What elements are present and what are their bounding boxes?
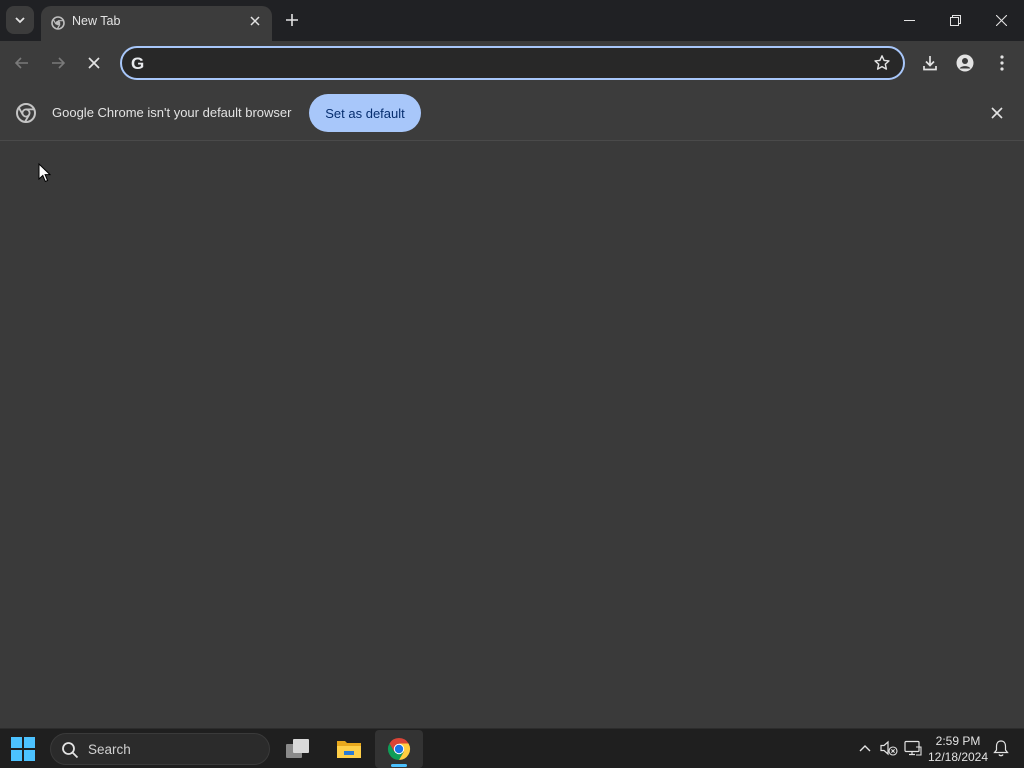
task-view-button[interactable] — [274, 730, 322, 768]
tab-new-tab[interactable]: New Tab — [41, 6, 272, 41]
address-input[interactable] — [156, 51, 856, 75]
chevron-up-icon — [859, 745, 871, 752]
new-tab-button[interactable] — [280, 8, 304, 32]
file-explorer-icon — [337, 741, 361, 758]
taskbar-search-box[interactable]: Search — [50, 733, 270, 765]
clock-date: 12/18/2024 — [927, 750, 989, 764]
show-hidden-icons-button[interactable] — [856, 739, 874, 757]
network-button[interactable] — [904, 739, 922, 757]
search-label: Search — [88, 742, 131, 757]
menu-dots-icon — [1000, 55, 1004, 71]
notification-bell-icon — [993, 740, 1009, 757]
menu-button[interactable] — [989, 50, 1015, 76]
stop-loading-button[interactable] — [81, 50, 107, 76]
infobar-message: Google Chrome isn't your default browser — [52, 105, 292, 120]
close-window-button[interactable] — [978, 0, 1024, 40]
stop-loading-icon — [88, 57, 100, 69]
minimize-icon — [903, 19, 915, 21]
tab-strip: New Tab — [0, 0, 1024, 41]
profile-icon — [956, 54, 974, 72]
chrome-icon — [387, 738, 411, 760]
notifications-button[interactable] — [992, 739, 1010, 757]
back-button[interactable] — [9, 50, 35, 76]
network-icon — [904, 740, 922, 756]
tab-search-button[interactable] — [6, 6, 34, 34]
page-content — [0, 141, 1024, 728]
plus-icon — [286, 14, 298, 26]
chrome-taskbar-button[interactable] — [375, 730, 423, 768]
search-icon — [62, 742, 79, 759]
speaker-muted-icon — [880, 740, 898, 756]
download-icon — [923, 56, 937, 71]
close-icon — [250, 16, 260, 26]
chevron-down-icon — [15, 17, 25, 24]
forward-arrow-icon — [52, 57, 66, 69]
restore-icon — [949, 14, 961, 26]
task-view-icon — [286, 739, 309, 758]
toolbar: G — [0, 41, 1024, 85]
file-explorer-button[interactable] — [325, 730, 373, 768]
volume-button[interactable] — [880, 739, 898, 757]
forward-button[interactable] — [45, 50, 71, 76]
google-g-icon: G — [131, 54, 145, 73]
minimize-button[interactable] — [886, 0, 932, 40]
tab-title: New Tab — [72, 14, 121, 28]
downloads-button[interactable] — [917, 50, 943, 76]
close-icon — [995, 14, 1007, 26]
chrome-logo-icon — [16, 103, 36, 123]
clock-time: 2:59 PM — [935, 734, 981, 748]
back-arrow-icon — [14, 57, 28, 69]
taskbar: Search 2:59 PM 12/18/2024 — [0, 728, 1024, 768]
active-app-indicator — [391, 764, 407, 767]
address-bar[interactable]: G — [120, 46, 905, 80]
set-as-default-button[interactable]: Set as default — [309, 94, 421, 132]
default-browser-infobar: Google Chrome isn't your default browser… — [0, 85, 1024, 141]
chrome-favicon-icon — [51, 16, 65, 30]
restore-button[interactable] — [932, 0, 978, 40]
profile-button[interactable] — [952, 50, 978, 76]
windows-start-icon[interactable] — [11, 737, 35, 761]
mouse-cursor-icon — [38, 163, 52, 183]
star-icon[interactable] — [873, 54, 891, 72]
tab-close-button[interactable] — [246, 12, 264, 30]
system-clock[interactable]: 2:59 PM 12/18/2024 — [926, 733, 990, 765]
close-icon[interactable] — [988, 104, 1006, 122]
